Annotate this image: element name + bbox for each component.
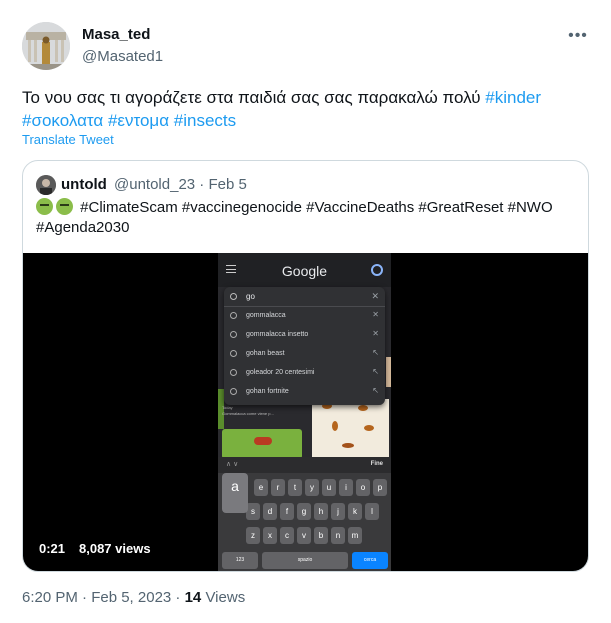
suggestion-item: gohan beast ↖ bbox=[224, 345, 385, 364]
keyboard-key: t bbox=[288, 479, 302, 496]
keyboard-key: p bbox=[373, 479, 387, 496]
video-player[interactable]: Google Today Gommalacca come viene p... bbox=[23, 253, 588, 571]
insect-illustration-thumbnail bbox=[312, 399, 389, 459]
hashtag-link[interactable]: #insects bbox=[174, 111, 236, 130]
history-icon bbox=[230, 312, 237, 319]
fill-arrow-icon: ↖ bbox=[372, 367, 379, 376]
google-header: Google bbox=[218, 253, 391, 287]
search-key: cerca bbox=[352, 552, 388, 569]
clear-icon: ✕ bbox=[371, 291, 379, 301]
video-frame-phone-screen: Google Today Gommalacca come viene p... bbox=[218, 253, 391, 571]
keyboard-done-key: Fine bbox=[370, 461, 383, 467]
quoted-tweet-card[interactable]: untold @untold_23 · Feb 5 #ClimateScam #… bbox=[22, 160, 589, 572]
suggestion-text: gommalacca insetto bbox=[246, 331, 309, 338]
keyboard-key: d bbox=[263, 503, 277, 520]
insect-image-thumbnail bbox=[222, 429, 302, 459]
keyboard-key: e bbox=[254, 479, 268, 496]
quoted-hashtags-line2: #Agenda2030 bbox=[36, 219, 130, 236]
author-name[interactable]: Masa_ted bbox=[82, 26, 150, 43]
tweet-metadata: 6:20 PM · Feb 5, 2023 · 14 Views bbox=[22, 589, 245, 606]
search-input-row: go ✕ bbox=[224, 287, 385, 307]
on-screen-keyboard: ∧ ∨ Fine ertyuiop sdfghjkl zxcvbnm a 123 s… bbox=[218, 457, 391, 571]
history-icon bbox=[230, 331, 237, 338]
search-icon bbox=[230, 293, 237, 300]
translate-tweet-link[interactable]: Translate Tweet bbox=[22, 132, 114, 147]
keyboard-key: b bbox=[314, 527, 328, 544]
keyboard-key: m bbox=[348, 527, 362, 544]
thumbnail-title: Gommalacca come viene p... bbox=[222, 411, 274, 416]
video-views: 8,087 views bbox=[79, 541, 151, 556]
video-duration: 0:21 bbox=[39, 541, 66, 556]
views-label: Views bbox=[201, 589, 246, 606]
keyboard-key: c bbox=[280, 527, 294, 544]
keyboard-key: o bbox=[356, 479, 370, 496]
keyboard-key: l bbox=[365, 503, 379, 520]
search-suggestions-dropdown: go ✕ gommalacca ✕ gommalacca insetto ✕ g… bbox=[224, 287, 385, 405]
hashtag-link[interactable]: #εντομα bbox=[108, 111, 169, 130]
keyboard-key: h bbox=[314, 503, 328, 520]
fill-arrow-icon: ↖ bbox=[372, 386, 379, 395]
quoted-author-avatar[interactable] bbox=[36, 175, 56, 195]
author-handle[interactable]: @Masated1 bbox=[82, 48, 163, 65]
suggestion-item: gohan fortnite ↖ bbox=[224, 383, 385, 402]
fill-arrow-icon: ↖ bbox=[372, 348, 379, 357]
keyboard-key: v bbox=[297, 527, 311, 544]
keyboard-key: r bbox=[271, 479, 285, 496]
keyboard-key: g bbox=[297, 503, 311, 520]
keyboard-key: k bbox=[348, 503, 362, 520]
search-icon bbox=[230, 388, 237, 395]
more-options-icon[interactable]: ••• bbox=[566, 26, 590, 46]
remove-icon: ✕ bbox=[372, 310, 379, 319]
quoted-author-name[interactable]: untold bbox=[61, 175, 107, 195]
keyboard-key: s bbox=[246, 503, 260, 520]
keyboard-key: u bbox=[322, 479, 336, 496]
search-query: go bbox=[246, 292, 255, 301]
insect-shape bbox=[254, 437, 272, 445]
suggestion-text: gohan beast bbox=[246, 350, 285, 357]
keyboard-key: i bbox=[339, 479, 353, 496]
search-icon bbox=[230, 369, 237, 376]
space-key: spazio bbox=[262, 552, 348, 569]
nauseated-face-icon bbox=[36, 198, 53, 215]
numbers-key: 123 bbox=[222, 552, 258, 569]
keyboard-key: y bbox=[305, 479, 319, 496]
suggestion-text: gohan fortnite bbox=[246, 388, 289, 395]
key-preview: a bbox=[222, 473, 248, 513]
quoted-hashtags: #ClimateScam #vaccinegenocide #VaccineDe… bbox=[80, 199, 553, 216]
quoted-tweet-text: #ClimateScam #vaccinegenocide #VaccineDe… bbox=[36, 198, 576, 238]
remove-icon: ✕ bbox=[372, 329, 379, 338]
search-icon bbox=[230, 350, 237, 357]
suggestion-text: goleador 20 centesimi bbox=[246, 369, 315, 376]
quoted-author-meta[interactable]: @untold_23 · Feb 5 bbox=[114, 175, 247, 195]
hashtag-link[interactable]: #kinder bbox=[485, 88, 541, 107]
suggestion-item: gommalacca ✕ bbox=[224, 307, 385, 326]
tweet-body-text: Το νου σας τι αγοράζετε στα παιδιά σας σ… bbox=[22, 88, 486, 107]
view-count: 14 bbox=[184, 589, 202, 606]
thumbnail-source: Today bbox=[222, 405, 233, 410]
keyboard-nav-arrows-icon: ∧ ∨ bbox=[226, 461, 239, 468]
suggestion-item: goleador 20 centesimi ↖ bbox=[224, 364, 385, 383]
image-thumbnail bbox=[386, 357, 391, 387]
thumbnail-caption: Today Gommalacca come viene p... bbox=[222, 405, 274, 417]
tweet-timestamp[interactable]: 6:20 PM · Feb 5, 2023 · bbox=[22, 589, 185, 606]
account-icon bbox=[371, 264, 383, 276]
author-avatar[interactable] bbox=[22, 22, 70, 70]
keyboard-key: f bbox=[280, 503, 294, 520]
keyboard-key: x bbox=[263, 527, 277, 544]
google-logo: Google bbox=[281, 263, 328, 279]
suggestion-item: gommalacca insetto ✕ bbox=[224, 326, 385, 345]
nauseated-face-icon bbox=[56, 198, 73, 215]
tweet-text: Το νου σας τι αγοράζετε στα παιδιά σας σ… bbox=[22, 86, 592, 132]
keyboard-key: z bbox=[246, 527, 260, 544]
keyboard-key: j bbox=[331, 503, 345, 520]
hashtag-link[interactable]: #σοκολατα bbox=[22, 111, 103, 130]
suggestion-text: gommalacca bbox=[246, 312, 286, 319]
keyboard-key: n bbox=[331, 527, 345, 544]
keyboard-toolbar: ∧ ∨ Fine bbox=[218, 457, 391, 473]
